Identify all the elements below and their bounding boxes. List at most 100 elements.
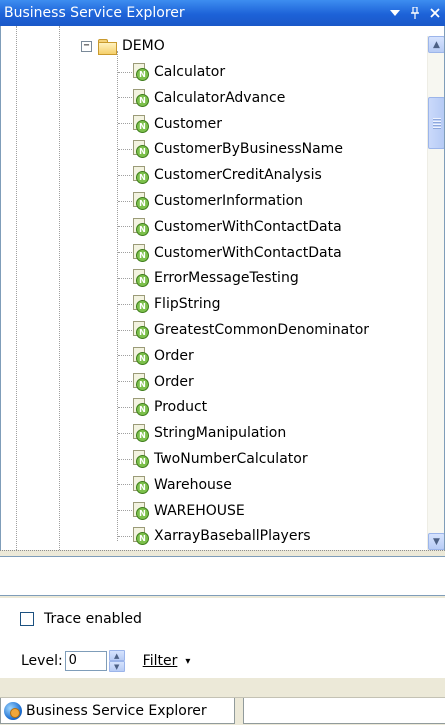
business-service-icon: N <box>133 372 149 391</box>
tree-connector <box>118 277 132 279</box>
tree-item-label: Customer <box>154 115 223 132</box>
tab-business-service-explorer[interactable]: Business Service Explorer <box>0 698 235 724</box>
service-tree[interactable]: − DEMO N Calculator N CalculatorAdvance N Cus… <box>0 26 445 550</box>
business-service-icon: N <box>133 166 149 185</box>
business-service-icon: N <box>133 295 149 314</box>
tree-connector <box>118 381 132 383</box>
folder-label: DEMO <box>122 38 165 54</box>
business-service-icon: N <box>133 269 149 288</box>
tree-connector <box>118 71 132 73</box>
business-service-icon: N <box>133 527 149 546</box>
tree-item[interactable]: N GreatestCommonDenominator <box>118 319 369 341</box>
pin-icon[interactable] <box>405 3 425 23</box>
tree-item[interactable]: N Order <box>118 371 194 393</box>
chevron-down-icon: ▾ <box>185 655 191 667</box>
tree-item[interactable]: N XarrayBaseballPlayers <box>118 525 311 547</box>
tree-item-label: CustomerWithContactData <box>154 218 342 235</box>
tree-item[interactable]: N Warehouse <box>118 474 232 496</box>
level-spinner[interactable]: ▲ ▼ <box>108 650 125 672</box>
tree-connector <box>118 535 132 537</box>
tree-connector <box>118 200 132 202</box>
pane-splitter[interactable] <box>0 550 445 554</box>
tree-connector <box>118 123 132 125</box>
tree-item[interactable]: N TwoNumberCalculator <box>118 448 308 470</box>
tree-item-label: CustomerInformation <box>154 193 304 209</box>
tree-item-label: CustomerCreditAnalysis <box>154 167 322 184</box>
tree-item[interactable]: N CalculatorAdvance <box>118 87 285 109</box>
trace-enabled-checkbox[interactable] <box>20 612 34 626</box>
tree-guide-line <box>59 26 60 550</box>
level-input[interactable]: 0 <box>64 651 107 671</box>
tree-connector <box>118 510 132 512</box>
tree-item[interactable]: N Product <box>118 396 207 418</box>
tree-item[interactable]: N FlipString <box>118 293 221 315</box>
scroll-down-button[interactable]: ▼ <box>428 533 444 550</box>
tree-item[interactable]: N CustomerInformation <box>118 190 303 212</box>
spin-up-icon[interactable]: ▲ <box>108 650 125 661</box>
level-row: Level: 0 ▲ ▼ Filter ▾ <box>21 650 190 672</box>
tree-item[interactable]: N ErrorMessageTesting <box>118 267 299 289</box>
collapse-toggle[interactable]: − <box>81 40 92 52</box>
business-service-icon: N <box>133 63 149 81</box>
tree-item[interactable]: N CustomerWithContactData <box>118 242 342 264</box>
trace-panel: Trace enabled Level: 0 ▲ ▼ Filter ▾ <box>0 598 445 678</box>
business-service-icon: N <box>133 346 149 365</box>
filter-dropdown-button[interactable]: Filter ▾ <box>143 653 191 669</box>
panel-title: Business Service Explorer <box>4 5 185 21</box>
tree-connector <box>118 174 132 176</box>
tree-connector <box>118 252 132 254</box>
tree-item-label: Product <box>154 399 208 416</box>
tree-item-label: CustomerByBusinessName <box>154 141 343 158</box>
tab-label: Business Service Explorer <box>26 702 207 719</box>
dropdown-arrow-icon[interactable] <box>385 3 405 23</box>
business-service-icon: N <box>133 501 149 520</box>
tree-item[interactable]: N Calculator <box>118 61 225 83</box>
tree-item-label: Warehouse <box>154 476 232 493</box>
business-service-icon: N <box>133 88 149 107</box>
tree-folder-demo[interactable]: − DEMO <box>81 35 165 57</box>
tree-connector <box>118 458 132 460</box>
scroll-up-button[interactable]: ▲ <box>428 36 444 53</box>
tree-connector <box>118 355 132 357</box>
panel-titlebar: Business Service Explorer <box>0 0 445 26</box>
tree-item[interactable]: N WAREHOUSE <box>118 500 245 522</box>
folder-open-icon <box>98 39 117 55</box>
scroll-thumb[interactable] <box>428 97 444 149</box>
tree-item[interactable]: N StringManipulation <box>118 422 286 444</box>
tab-strip-empty <box>243 698 445 724</box>
tree-item[interactable]: N Customer <box>118 113 222 135</box>
close-icon[interactable] <box>425 3 445 23</box>
tree-item-label: WAREHOUSE <box>154 502 245 519</box>
tree-item[interactable]: N CustomerCreditAnalysis <box>118 164 322 186</box>
tree-connector <box>118 406 132 408</box>
tree-connector <box>118 226 132 228</box>
trace-enabled-label: Trace enabled <box>44 611 142 627</box>
business-service-icon: N <box>133 192 149 210</box>
tree-item[interactable]: N Order <box>118 345 194 367</box>
description-box <box>0 556 445 596</box>
business-service-icon: N <box>133 424 149 443</box>
tree-item[interactable]: N CustomerWithContactData <box>118 216 342 238</box>
filter-label: Filter <box>142 653 178 669</box>
tree-item-label: Order <box>154 373 194 390</box>
tree-item-label: CalculatorAdvance <box>154 89 286 106</box>
tree-item-label: GreatestCommonDenominator <box>154 322 370 338</box>
tree-item-label: ErrorMessageTesting <box>154 270 299 287</box>
business-service-icon: N <box>133 243 149 262</box>
spin-down-icon[interactable]: ▼ <box>108 661 125 672</box>
trace-enabled-row[interactable]: Trace enabled <box>20 611 142 627</box>
vertical-scrollbar[interactable]: ▲ ▼ <box>427 36 444 550</box>
tree-item[interactable]: N CustomerByBusinessName <box>118 138 343 160</box>
tree-item-label: StringManipulation <box>154 425 287 442</box>
tree-connector <box>118 432 132 434</box>
level-label: Level: <box>21 653 63 669</box>
business-service-icon: N <box>133 450 149 468</box>
tree-connector <box>118 148 132 150</box>
tree-item-label: Order <box>154 347 194 364</box>
business-service-icon: N <box>133 114 149 133</box>
business-service-icon: N <box>133 140 149 159</box>
business-service-icon: N <box>133 475 149 494</box>
tree-connector <box>118 329 132 331</box>
tree-item-label: XarrayBaseballPlayers <box>154 528 311 545</box>
business-service-icon: N <box>133 217 149 236</box>
